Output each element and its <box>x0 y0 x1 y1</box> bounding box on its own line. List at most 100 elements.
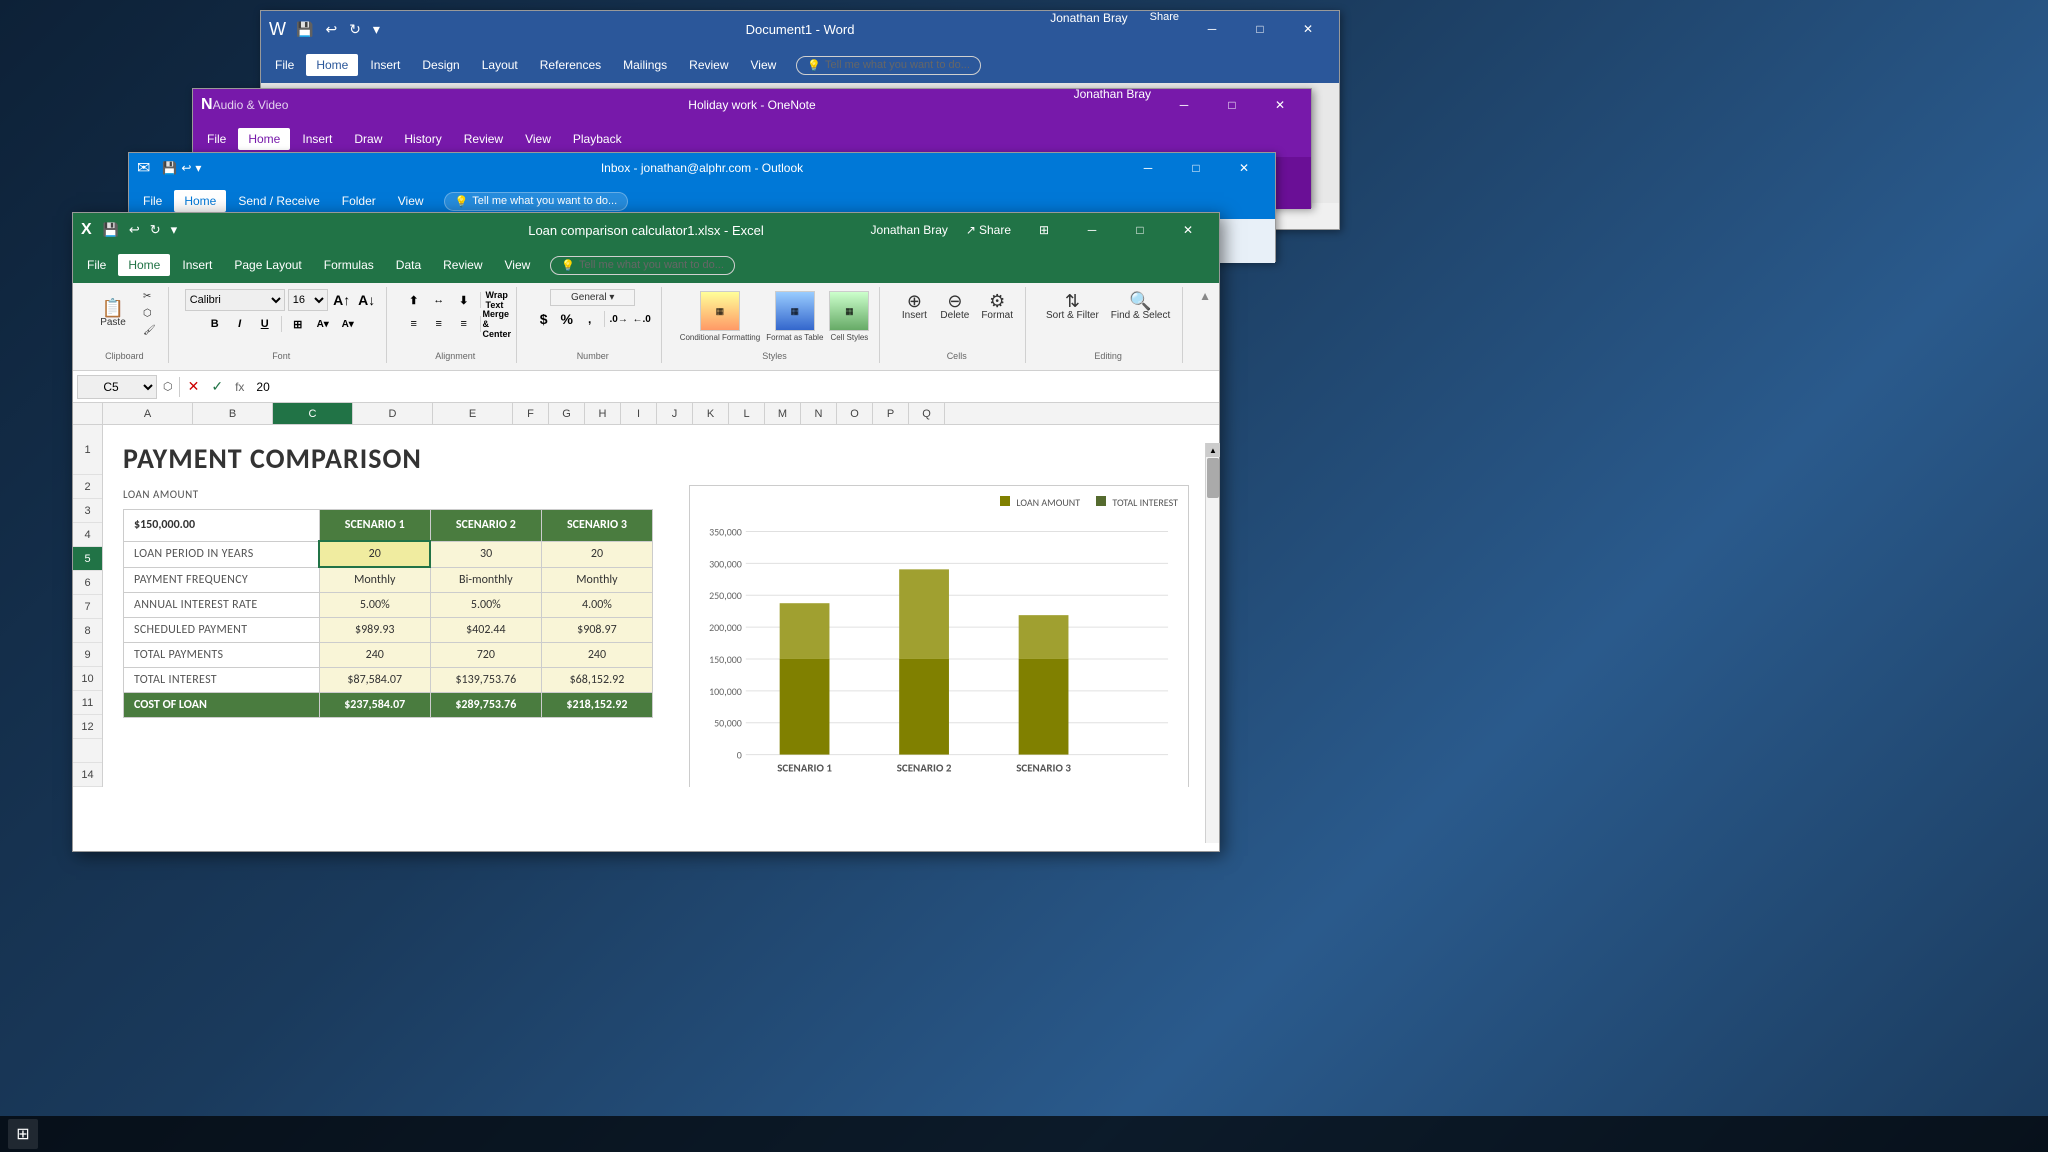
select-all-btn[interactable] <box>73 403 103 424</box>
word-menu-design[interactable]: Design <box>412 54 469 76</box>
col-header-d[interactable]: D <box>353 403 433 424</box>
excel-minimize-btn[interactable]: ─ <box>1069 212 1115 248</box>
col-header-m[interactable]: M <box>765 403 801 424</box>
ribbon-format-painter-btn[interactable]: 🖌 <box>139 323 160 338</box>
onenote-menu-history[interactable]: History <box>394 128 451 150</box>
outlook-menu-home[interactable]: Home <box>174 190 226 212</box>
loan-period-s2[interactable]: 30 <box>430 541 541 567</box>
col-header-p[interactable]: P <box>873 403 909 424</box>
row-9[interactable]: 9 <box>73 643 102 667</box>
outlook-menu-file[interactable]: File <box>133 190 172 212</box>
col-header-h[interactable]: H <box>585 403 621 424</box>
font-size-select[interactable]: 16 <box>288 289 328 311</box>
total-interest-s1[interactable]: $87,584.07 <box>319 668 430 693</box>
loan-amount-value[interactable]: $150,000.00 <box>124 510 320 542</box>
formula-input[interactable] <box>252 375 1215 399</box>
align-top-btn[interactable]: ⬆ <box>403 289 425 311</box>
cost-of-loan-s2[interactable]: $289,753.76 <box>430 693 541 718</box>
percent-btn[interactable]: % <box>556 308 578 330</box>
col-header-l[interactable]: L <box>729 403 765 424</box>
payment-freq-s2[interactable]: Bi-monthly <box>430 567 541 593</box>
row-5[interactable]: 5 <box>73 547 102 571</box>
word-menu-file[interactable]: File <box>265 54 304 76</box>
scroll-thumb[interactable] <box>1207 458 1219 498</box>
row-2[interactable]: 2 <box>73 475 102 499</box>
align-right-btn[interactable]: ≡ <box>453 313 475 335</box>
word-redo-btn[interactable]: ↻ <box>345 19 365 40</box>
excel-undo-btn[interactable]: ↩ <box>126 221 143 239</box>
align-center-btn[interactable]: ≡ <box>428 313 450 335</box>
word-menu-mailings[interactable]: Mailings <box>613 54 677 76</box>
row-3[interactable]: 3 <box>73 499 102 523</box>
cost-of-loan-s3[interactable]: $218,152.92 <box>541 693 652 718</box>
col-header-a[interactable]: A <box>103 403 193 424</box>
increase-decimal-btn[interactable]: .0→ <box>608 308 630 330</box>
excel-maximize-btn[interactable]: □ <box>1117 212 1163 248</box>
excel-menu-data[interactable]: Data <box>386 254 431 276</box>
onenote-minimize-btn[interactable]: ─ <box>1161 87 1207 123</box>
border-btn[interactable]: ⊞ <box>287 313 309 335</box>
scheduled-payment-s3[interactable]: $908.97 <box>541 618 652 643</box>
italic-btn[interactable]: I <box>229 313 251 335</box>
fill-color-btn[interactable]: A▾ <box>312 313 334 335</box>
outlook-minimize-btn[interactable]: ─ <box>1125 150 1171 186</box>
interest-rate-s2[interactable]: 5.00% <box>430 593 541 618</box>
word-menu-review[interactable]: Review <box>679 54 738 76</box>
format-as-table-btn[interactable]: ▦ Format as Table <box>764 289 825 344</box>
col-header-f[interactable]: F <box>513 403 549 424</box>
decrease-font-btn[interactable]: A↓ <box>356 289 378 311</box>
increase-font-btn[interactable]: A↑ <box>331 289 353 311</box>
word-menu-home[interactable]: Home <box>306 54 358 76</box>
payment-freq-s3[interactable]: Monthly <box>541 567 652 593</box>
excel-close-btn[interactable]: ✕ <box>1165 212 1211 248</box>
col-header-q[interactable]: Q <box>909 403 945 424</box>
word-menu-references[interactable]: References <box>530 54 611 76</box>
col-header-k[interactable]: K <box>693 403 729 424</box>
excel-customize-btn[interactable]: ▾ <box>168 221 181 239</box>
row-8[interactable]: 8 <box>73 619 102 643</box>
outlook-menu-send-receive[interactable]: Send / Receive <box>228 190 329 212</box>
excel-menu-file[interactable]: File <box>77 254 116 276</box>
excel-menu-formulas[interactable]: Formulas <box>314 254 384 276</box>
word-menu-insert[interactable]: Insert <box>360 54 410 76</box>
row-14[interactable]: 14 <box>73 763 102 787</box>
word-maximize-btn[interactable]: □ <box>1237 11 1283 47</box>
onenote-menu-draw[interactable]: Draw <box>344 128 392 150</box>
total-interest-s2[interactable]: $139,753.76 <box>430 668 541 693</box>
excel-expand-btn[interactable]: ⊞ <box>1021 212 1067 248</box>
excel-menu-review[interactable]: Review <box>433 254 492 276</box>
row-10[interactable]: 10 <box>73 667 102 691</box>
formula-confirm-btn[interactable]: ✓ <box>207 376 227 397</box>
wrap-text-btn[interactable]: Wrap Text <box>486 289 508 311</box>
scheduled-payment-s1[interactable]: $989.93 <box>319 618 430 643</box>
col-header-e[interactable]: E <box>433 403 513 424</box>
decrease-decimal-btn[interactable]: ←.0 <box>631 308 653 330</box>
total-payments-s3[interactable]: 240 <box>541 643 652 668</box>
col-header-b[interactable]: B <box>193 403 273 424</box>
bold-btn[interactable]: B <box>204 313 226 335</box>
word-customize-btn[interactable]: ▾ <box>369 19 384 40</box>
total-payments-s2[interactable]: 720 <box>430 643 541 668</box>
scenario2-header[interactable]: SCENARIO 2 <box>430 510 541 542</box>
row-4[interactable]: 4 <box>73 523 102 547</box>
conditional-formatting-btn[interactable]: ▦ Conditional Formatting <box>678 289 762 344</box>
row-12[interactable]: 12 <box>73 715 102 739</box>
cell-styles-btn[interactable]: ▦ Cell Styles <box>827 289 871 344</box>
row-1[interactable]: 1 <box>73 425 102 475</box>
scenario3-header[interactable]: SCENARIO 3 <box>541 510 652 542</box>
onenote-menu-file[interactable]: File <box>197 128 236 150</box>
row-11[interactable]: 11 <box>73 691 102 715</box>
ribbon-cut-btn[interactable]: ✂ <box>139 289 160 304</box>
onenote-menu-playback[interactable]: Playback <box>563 128 632 150</box>
col-header-o[interactable]: O <box>837 403 873 424</box>
font-color-btn[interactable]: A▾ <box>337 313 359 335</box>
word-share[interactable]: Share <box>1142 11 1187 47</box>
currency-btn[interactable]: $ <box>533 308 555 330</box>
outlook-menu-view[interactable]: View <box>388 190 434 212</box>
cell-reference-box[interactable]: C5 <box>77 375 157 399</box>
outlook-maximize-btn[interactable]: □ <box>1173 150 1219 186</box>
col-header-g[interactable]: G <box>549 403 585 424</box>
sort-filter-btn[interactable]: ⇅ Sort & Filter <box>1042 289 1103 324</box>
word-close-btn[interactable]: ✕ <box>1285 11 1331 47</box>
row-13[interactable] <box>73 739 102 763</box>
